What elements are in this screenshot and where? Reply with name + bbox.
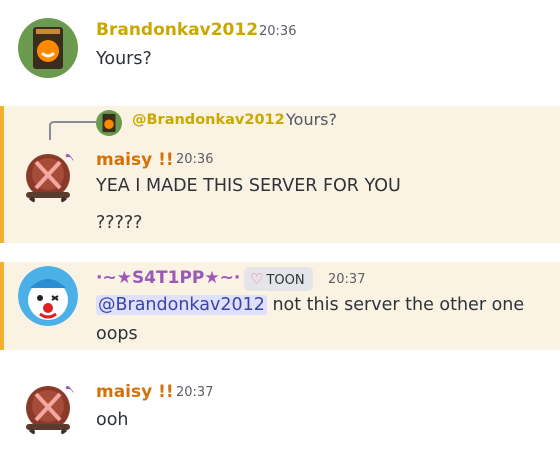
message-text-line-1: @Brandonkav2012 not this server the othe… — [96, 291, 524, 320]
username[interactable]: Brandonkav2012 — [96, 20, 258, 40]
timestamp: 20:36 — [176, 152, 214, 167]
message-text: not this server the other one — [266, 295, 525, 315]
avatar-maisy[interactable] — [18, 378, 78, 438]
avatar-brandon[interactable] — [18, 18, 78, 78]
username[interactable]: maisy !! — [96, 382, 174, 402]
orange-avatar-icon — [18, 18, 78, 78]
clown-avatar-icon — [18, 266, 78, 326]
avatar-satipp[interactable] — [18, 266, 78, 326]
badge-label: TOON — [266, 273, 305, 288]
timestamp: 20:37 — [328, 272, 366, 287]
message-brandon-1: Brandonkav2012 20:36 Yours? — [0, 0, 560, 95]
timestamp: 20:36 — [259, 24, 297, 39]
crossed-turtle-avatar-icon — [18, 378, 78, 438]
message-maisy-2: maisy !! 20:37 ooh — [0, 368, 560, 454]
username[interactable]: maisy !! — [96, 150, 174, 170]
message-text-line-1: YEA I MADE THIS SERVER FOR YOU — [96, 176, 401, 196]
crossed-turtle-avatar-icon — [18, 146, 78, 206]
reply-avatar-icon — [96, 110, 122, 136]
timestamp: 20:37 — [176, 385, 214, 400]
message-text-line-2: ????? — [96, 213, 143, 233]
reply-line-icon — [49, 121, 96, 140]
message-text: Yours? — [96, 49, 152, 69]
avatar-maisy[interactable] — [18, 146, 78, 206]
user-mention[interactable]: @Brandonkav2012 — [96, 295, 267, 315]
role-badge[interactable]: ♡ TOON — [244, 267, 313, 291]
message-maisy-1: @Brandonkav2012 Yours? maisy !! 20:36 YE… — [0, 106, 560, 243]
heart-icon: ♡ — [250, 270, 264, 288]
reply-preview[interactable]: Yours? — [286, 110, 337, 129]
message-text-line-2: oops — [96, 324, 138, 344]
username[interactable]: ·~★S4T1PP★~· — [96, 268, 240, 288]
message-text: ooh — [96, 410, 129, 430]
reply-username[interactable]: @Brandonkav2012 — [132, 112, 285, 128]
